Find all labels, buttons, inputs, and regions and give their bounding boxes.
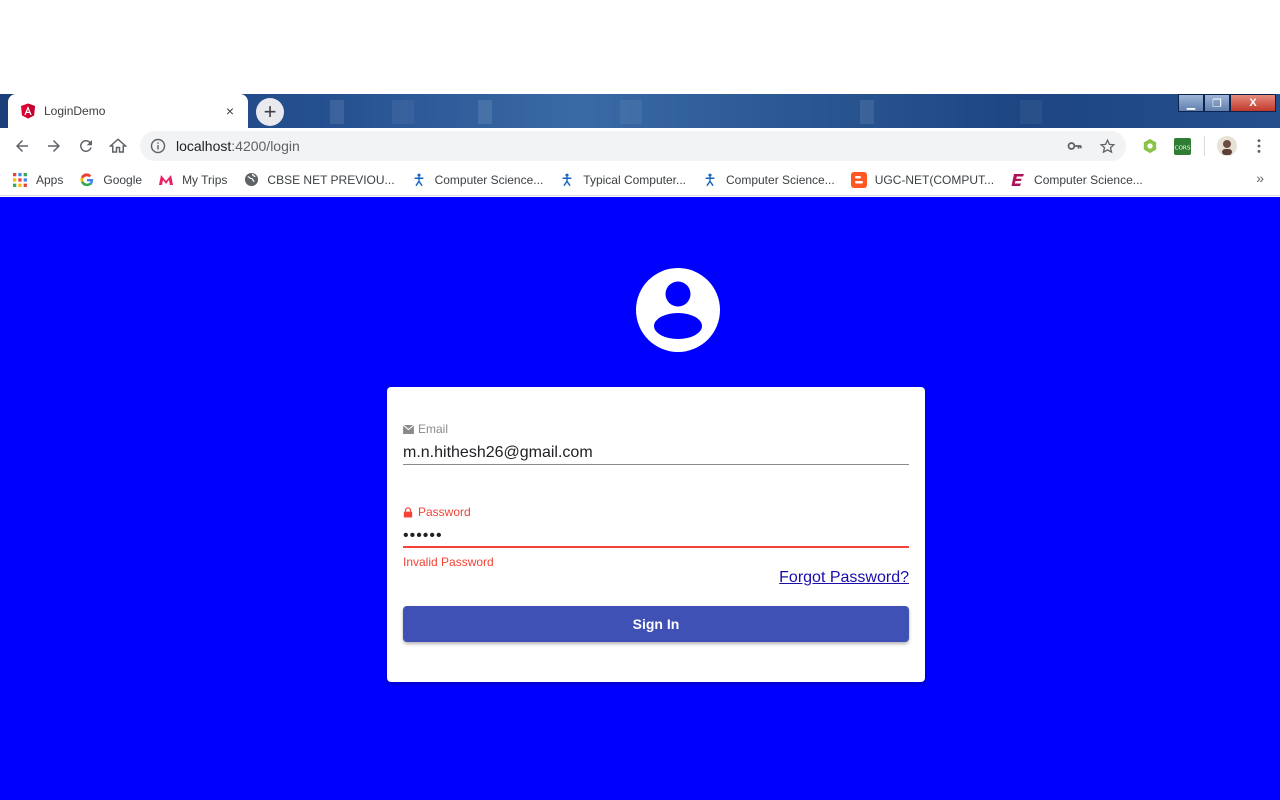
close-window-button[interactable]: X [1230,94,1276,112]
cors-extension-icon[interactable]: CORS [1172,136,1192,156]
bookmark-apps[interactable]: Apps [12,168,63,192]
email-label-row: Email [403,421,909,437]
reload-button[interactable] [70,130,102,162]
password-label-row: Password [403,504,909,520]
bookmark-label: UGC-NET(COMPUT... [874,172,995,187]
toolbar-divider [1204,136,1205,156]
hackerrank-figure-icon [559,172,575,188]
lock-icon [403,506,414,518]
login-page: Email m.n.hithesh26@gmail.com Password •… [0,197,1280,800]
bookmark-computer-science-3[interactable]: Computer Science... [1010,168,1143,192]
forgot-password-link[interactable]: Forgot Password? [779,569,909,587]
mail-icon [403,424,414,435]
google-icon [79,172,95,188]
hackerrank-figure-icon [702,172,718,188]
tab-title: LoginDemo [44,104,106,118]
bookmark-label: Computer Science... [434,172,544,187]
bookmark-computer-science-2[interactable]: Computer Science... [702,168,835,192]
background-decoration [392,100,414,124]
green-extension-icon[interactable] [1140,136,1160,156]
url-host: localhost [176,138,232,154]
info-icon[interactable] [150,138,166,154]
forward-button[interactable] [38,130,70,162]
browser-toolbar: localhost:4200/login CORS [0,128,1280,164]
blogger-icon [850,171,867,188]
background-decoration [860,100,874,124]
bookmark-label: Computer Science... [726,172,835,187]
login-card: Email m.n.hithesh26@gmail.com Password •… [387,387,925,682]
password-field[interactable]: Password •••••• [403,504,909,548]
extension-icons: CORS [1140,136,1280,156]
minimize-button[interactable]: ▁ [1178,94,1204,112]
menu-kebab-icon[interactable] [1249,136,1269,156]
reload-icon [79,139,92,152]
hackerrank-figure-icon [411,172,427,188]
back-button[interactable] [6,130,38,162]
window-controls: ▁ ❐ X [1178,94,1276,112]
home-button[interactable] [102,130,134,162]
e-letter-icon [1010,172,1026,188]
more-bookmarks-icon[interactable]: » [1256,170,1264,186]
browser-tab[interactable]: LoginDemo × [8,94,248,128]
browser-titlebar: LoginDemo × + ▁ ❐ X [0,94,1280,128]
bookmark-typical-computer[interactable]: Typical Computer... [559,168,686,192]
bookmark-label: My Trips [182,172,228,187]
email-field[interactable]: Email m.n.hithesh26@gmail.com [403,421,909,465]
bookmark-label: Google [103,172,143,187]
bookmark-computer-science-1[interactable]: Computer Science... [411,168,544,192]
password-input[interactable]: •••••• [403,524,909,548]
new-tab-button[interactable]: + [256,98,284,126]
email-label: Email [418,422,449,436]
arrow-left-icon [16,140,28,152]
background-decoration [330,100,344,124]
url-path: :4200/login [231,138,300,154]
account-circle-icon [636,268,720,352]
sign-in-button[interactable]: Sign In [403,606,909,642]
background-decoration [478,100,492,124]
password-label: Password [418,505,471,519]
svg-text:CORS: CORS [1174,145,1190,151]
bookmark-label: Typical Computer... [583,172,686,187]
url-text[interactable]: localhost:4200/login [176,138,300,154]
address-bar[interactable]: localhost:4200/login [140,131,1126,161]
bookmark-label: CBSE NET PREVIOU... [267,172,395,187]
arrow-right-icon [48,140,60,152]
maximize-button[interactable]: ❐ [1204,94,1230,112]
bookmark-mytrips[interactable]: My Trips [158,168,227,192]
bookmark-label: Apps [36,172,64,187]
bookmarks-bar: Apps Google My Trips CBSE NET PREVIOU...… [0,164,1280,196]
apps-grid-icon [12,172,28,188]
home-icon [109,138,127,153]
angular-favicon-icon [20,103,36,119]
mytrips-icon [158,172,174,188]
background-decoration [620,100,642,124]
globe-icon [243,172,259,188]
bookmark-google[interactable]: Google [79,168,142,192]
tab-close-icon[interactable]: × [222,103,238,119]
bookmark-ugc-net[interactable]: UGC-NET(COMPUT... [850,168,995,192]
star-icon[interactable] [1098,137,1116,155]
profile-avatar-icon[interactable] [1217,136,1237,156]
password-error-message: Invalid Password [403,555,494,569]
bookmark-label: Computer Science... [1034,172,1143,187]
background-decoration [1020,100,1042,124]
key-icon[interactable] [1066,137,1084,155]
bookmark-cbse-net[interactable]: CBSE NET PREVIOU... [243,168,395,192]
email-input[interactable]: m.n.hithesh26@gmail.com [403,441,909,465]
